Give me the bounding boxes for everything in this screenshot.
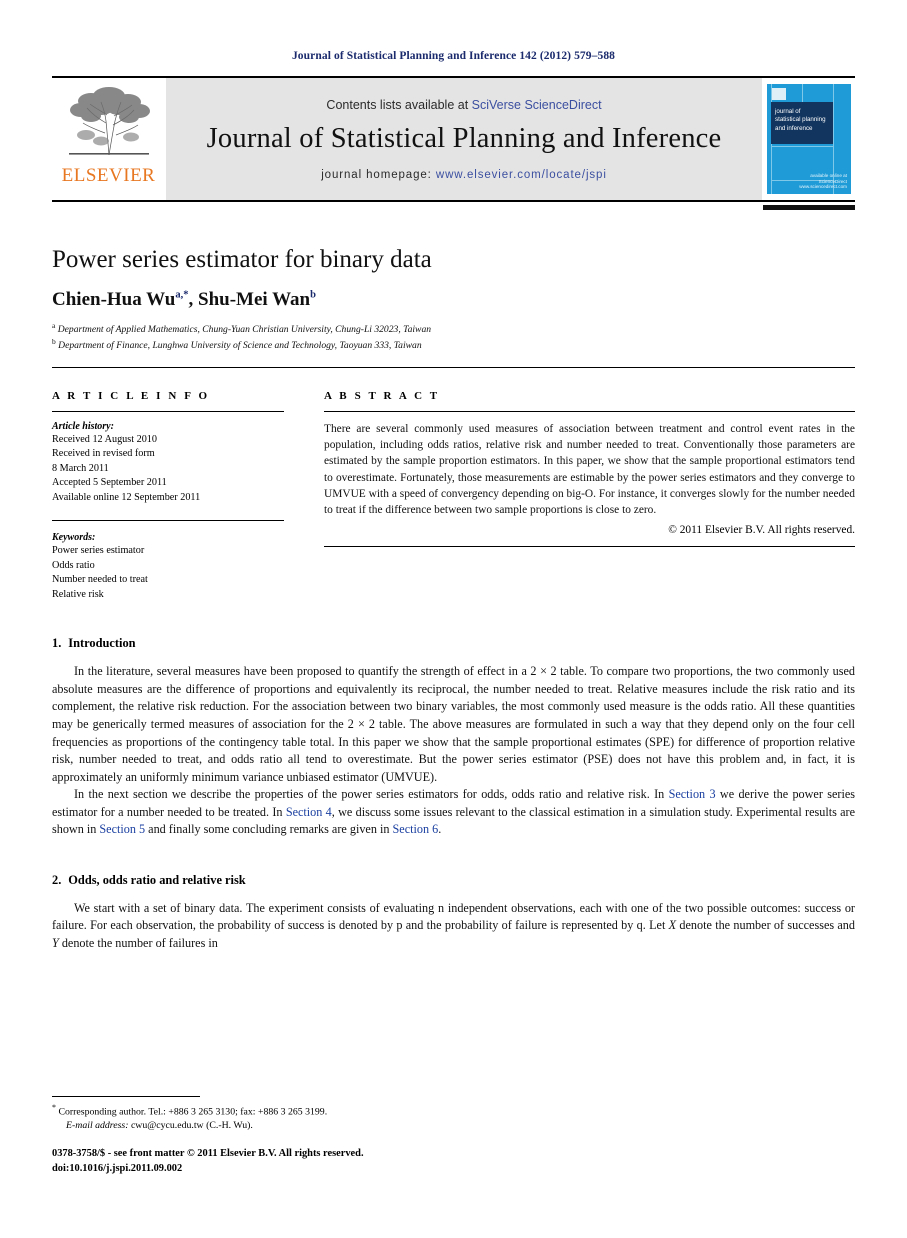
email-label: E-mail address: — [66, 1120, 129, 1132]
affiliation-item: b Department of Finance, Lunghwa Univers… — [52, 337, 855, 353]
affiliation-item: a Department of Applied Mathematics, Chu… — [52, 321, 855, 337]
keyword-item: Relative risk — [52, 588, 104, 600]
article-history-block: Article history: Received 12 August 2010… — [52, 421, 284, 511]
journal-title: Journal of Statistical Planning and Infe… — [206, 122, 722, 154]
abstract-text: There are several commonly used measures… — [324, 422, 855, 516]
section-6-link[interactable]: Section 6 — [393, 822, 439, 836]
page-footer: * Corresponding author. Tel.: +886 3 265… — [52, 1096, 855, 1176]
cover-sciencedirect-label: available online at ScienceDirect www.sc… — [799, 172, 847, 190]
page-title: Power series estimator for binary data — [52, 246, 432, 273]
journal-cover-thumbnail: journal of statistical planning and infe… — [763, 78, 855, 210]
homepage-prefix: journal homepage: — [321, 168, 436, 181]
affiliation-mark: a — [52, 320, 56, 330]
journal-homepage-link[interactable]: www.elsevier.com/locate/jspi — [436, 169, 607, 181]
variable-y: Y — [52, 936, 59, 951]
author-name: Shu-Mei Wan — [198, 288, 311, 310]
affiliation-mark: b — [52, 336, 56, 346]
elsevier-tree-icon — [68, 87, 150, 156]
column-gap — [284, 390, 324, 602]
abstract-column: A B S T R A C T There are several common… — [324, 390, 855, 602]
paper-page: Journal of Statistical Planning and Infe… — [0, 0, 907, 1238]
cover-bottom-rule — [763, 205, 855, 210]
history-line: Received 12 August 2010 — [52, 433, 157, 445]
keyword-item: Number needed to treat — [52, 574, 148, 586]
article-content: Power series estimator for binary data C… — [52, 246, 855, 953]
section-title: Introduction — [68, 636, 136, 651]
intro-p2-text: . — [438, 822, 442, 837]
section-number: 2. — [52, 872, 62, 887]
affiliation-text: Department of Finance, Lunghwa Universit… — [58, 340, 422, 352]
history-line: Available online 12 September 2011 — [52, 491, 201, 503]
author-name: Chien-Hua Wu — [52, 288, 176, 310]
history-line: 8 March 2011 — [52, 462, 109, 474]
journal-masthead: ELSEVIER Contents lists available at Sci… — [52, 76, 855, 210]
article-info-divider — [52, 410, 284, 412]
corresponding-author-text: Corresponding author. Tel.: +886 3 265 3… — [58, 1106, 328, 1118]
footnote-divider — [52, 1096, 200, 1098]
intro-p2-text: In the next section we describe the prop… — [74, 787, 669, 802]
email-note: E-mail address: cwu@cycu.edu.tw (C.-H. W… — [52, 1120, 855, 1131]
article-history-label: Article history: — [52, 420, 114, 432]
abstract-divider — [324, 410, 855, 412]
intro-p2-text: and finally some concluding remarks are … — [145, 822, 393, 837]
section-4-link[interactable]: Section 4 — [286, 805, 332, 819]
keyword-item: Power series estimator — [52, 545, 145, 557]
intro-paragraph-1: In the literature, several measures have… — [52, 664, 855, 784]
author-marks: b — [310, 289, 316, 301]
info-abstract-row: A R T I C L E I N F O Article history: R… — [52, 390, 855, 602]
section-heading-odds: 2. Odds, odds ratio and relative risk — [52, 873, 855, 888]
affiliation-list: a Department of Applied Mathematics, Chu… — [52, 321, 855, 353]
article-info-column: A R T I C L E I N F O Article history: R… — [52, 390, 284, 602]
elsevier-logo: ELSEVIER — [52, 78, 165, 200]
issn-copyright-block: 0378-3758/$ - see front matter © 2011 El… — [52, 1147, 855, 1176]
section-heading-introduction: 1. Introduction — [52, 636, 855, 651]
section-number: 1. — [52, 636, 62, 651]
keywords-block: Keywords: Power series estimator Odds ra… — [52, 530, 284, 602]
history-line: Received in revised form — [52, 448, 155, 460]
author-marks: a,* — [175, 289, 189, 301]
journal-band: Contents lists available at SciVerse Sci… — [165, 78, 763, 200]
affiliation-text: Department of Applied Mathematics, Chung… — [57, 323, 432, 335]
email-value[interactable]: cwu@cycu.edu.tw (C.-H. Wu). — [129, 1120, 253, 1131]
title-divider — [52, 366, 855, 368]
cover-emblem-icon — [772, 88, 786, 100]
section2-paragraph-1: We start with a set of binary data. The … — [52, 900, 855, 953]
author-list: Chien-Hua Wua,*, Shu-Mei Wanb — [52, 289, 855, 311]
abstract-copyright: © 2011 Elsevier B.V. All rights reserved… — [668, 524, 855, 537]
cover-title-box: journal of statistical planning and infe… — [771, 102, 833, 144]
asterisk-mark: * — [52, 1103, 56, 1113]
keyword-item: Odds ratio — [52, 559, 95, 571]
corresponding-author-note: * Corresponding author. Tel.: +886 3 265… — [52, 1102, 855, 1120]
cover-artwork: journal of statistical planning and infe… — [767, 84, 851, 194]
variable-x: X — [668, 918, 677, 933]
contents-prefix: Contents lists available at — [326, 97, 472, 112]
issn-line: 0378-3758/$ - see front matter © 2011 El… — [52, 1148, 364, 1160]
history-line: Accepted 5 September 2011 — [52, 477, 167, 489]
elsevier-wordmark: ELSEVIER — [61, 165, 156, 186]
section-3-link[interactable]: Section 3 — [669, 787, 716, 801]
keywords-label: Keywords: — [52, 532, 96, 544]
running-head: Journal of Statistical Planning and Infe… — [291, 50, 616, 62]
abstract-heading: A B S T R A C T — [324, 389, 440, 402]
abstract-bottom-divider — [324, 546, 855, 548]
section-title: Odds, odds ratio and relative risk — [68, 872, 246, 887]
intro-paragraph-2: In the next section we describe the prop… — [52, 786, 855, 839]
section-5-link[interactable]: Section 5 — [99, 822, 145, 836]
keywords-divider — [52, 520, 284, 522]
article-info-heading: A R T I C L E I N F O — [52, 389, 210, 402]
doi-line[interactable]: doi:10.1016/j.jspi.2011.09.002 — [52, 1162, 855, 1176]
contents-available-line: Contents lists available at SciVerse Sci… — [326, 98, 601, 112]
sciencedirect-link[interactable]: SciVerse ScienceDirect — [472, 98, 602, 112]
sec2-text: denote the number of failures in — [58, 936, 218, 951]
author-separator: , — [188, 288, 198, 310]
sec2-text: denote the number of successes and — [676, 918, 855, 933]
journal-homepage-line: journal homepage: www.elsevier.com/locat… — [321, 169, 607, 181]
